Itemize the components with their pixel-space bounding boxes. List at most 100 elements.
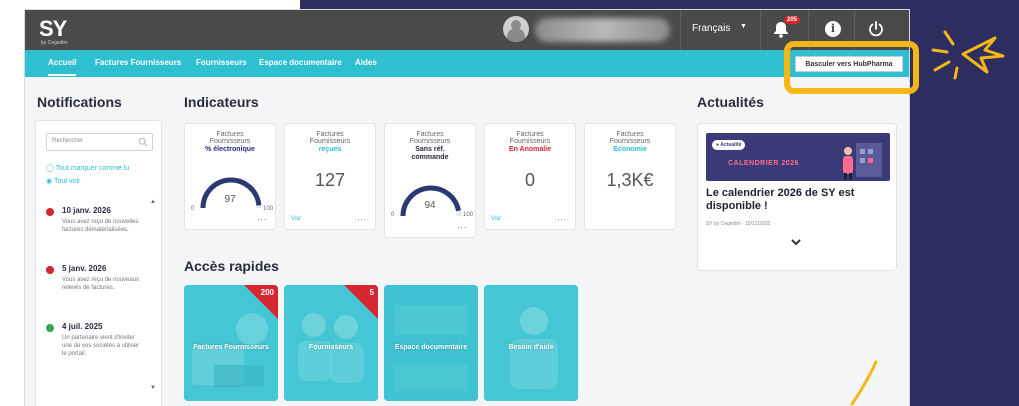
more-options-icon[interactable]: ... <box>457 221 467 230</box>
news-card[interactable]: ● Actualité CALENDRIER 2026 Le calendrie… <box>697 123 897 271</box>
user-avatar[interactable] <box>503 16 529 42</box>
indicator-card-anomaly[interactable]: Factures Fournisseurs En Anomalie 0 Voir… <box>484 123 576 230</box>
gauge-chart <box>400 185 462 217</box>
top-header: SY by Cegedim Français ▼ 205 i <box>25 10 909 50</box>
status-dot <box>46 324 54 332</box>
more-options-icon[interactable]: ... <box>357 213 367 222</box>
nav-item-fournisseurs[interactable]: Fournisseurs <box>196 58 247 67</box>
indicators-title: Indicateurs <box>184 94 259 110</box>
news-headline[interactable]: Le calendrier 2026 de SY est disponible … <box>706 187 890 213</box>
notification-text: Vous avez reçu de nouveaux relevés de fa… <box>62 277 140 291</box>
more-options-icon[interactable]: ... <box>257 213 267 222</box>
language-selector[interactable]: Français <box>692 23 730 34</box>
app-window: SY by Cegedim Français ▼ 205 i Accueil F… <box>25 10 909 406</box>
indicator-card-received[interactable]: Factures Fournisseurs reçues 127 Voir ..… <box>284 123 376 230</box>
news-banner: ● Actualité CALENDRIER 2026 <box>706 133 890 181</box>
status-dot <box>46 208 54 216</box>
see-all-label: Tout voir <box>53 178 81 185</box>
indicator-metric: % électronique <box>205 146 255 153</box>
chevron-down-icon[interactable] <box>788 236 804 248</box>
more-options-icon[interactable]: ... <box>557 213 567 222</box>
see-link[interactable]: Voir <box>291 216 301 222</box>
gauge-min: 0 <box>391 212 395 218</box>
tile-label: Besoin d'aide <box>508 344 554 351</box>
mark-all-read-label: Tout marquer comme lu <box>55 165 130 172</box>
notifications-panel: Rechercher ◯ Tout marquer comme lu ◉ Tou… <box>35 120 162 406</box>
cursor-click-icon <box>931 30 1005 80</box>
tile-espace-documentaire[interactable]: Espace documentaire <box>384 285 478 401</box>
search-icon[interactable] <box>138 137 148 147</box>
notification-text: Un partenaire vient d'inviter une de vos… <box>62 335 140 357</box>
check-circle-icon: ◯ <box>46 165 56 172</box>
gauge-min: 0 <box>191 206 195 212</box>
tile-label: Fournisseurs <box>308 344 354 351</box>
indicator-value: 0 <box>524 170 535 190</box>
status-dot <box>46 266 54 274</box>
logo-subtitle: by Cegedim <box>41 40 68 46</box>
tile-photo <box>384 285 478 401</box>
news-title: Actualités <box>697 94 764 110</box>
indicator-value: 1,3K€ <box>606 170 654 190</box>
gauge-max: 100 <box>263 206 274 212</box>
tile-photo <box>484 285 578 401</box>
indicator-metric: reçues <box>318 146 342 153</box>
indicator-value: 127 <box>314 170 346 190</box>
notification-count-badge: 205 <box>784 16 801 24</box>
sy-logo[interactable]: SY <box>39 16 67 42</box>
mark-all-read-link[interactable]: ◯ Tout marquer comme lu <box>46 164 129 172</box>
news-category-label: Actualité <box>720 142 742 148</box>
header-divider <box>680 10 681 50</box>
indicator-label: Fournisseurs <box>509 138 551 145</box>
notifications-title: Notifications <box>37 94 122 110</box>
tile-count-badge: 200 <box>260 288 274 297</box>
info-icon[interactable]: i <box>825 21 841 37</box>
nav-item-espace-documentaire[interactable]: Espace documentaire <box>259 58 342 67</box>
tile-factures-fournisseurs[interactable]: 200 Factures Fournisseurs <box>184 285 278 401</box>
nav-item-accueil[interactable]: Accueil <box>48 58 77 76</box>
notifications-search-input[interactable]: Rechercher <box>46 133 153 151</box>
news-banner-text: CALENDRIER 2026 <box>728 160 799 167</box>
notification-date: 5 janv. 2026 <box>62 264 107 273</box>
tile-fournisseurs[interactable]: 5 Fournisseurs <box>284 285 378 401</box>
tile-count-badge: 5 <box>369 288 374 297</box>
decorative-stroke <box>850 360 878 406</box>
user-name-blurred[interactable] <box>535 18 670 42</box>
scroll-up-arrow[interactable]: ▲ <box>150 199 156 205</box>
quick-access-title: Accès rapides <box>184 258 279 274</box>
see-link[interactable]: Voir <box>491 216 501 222</box>
gauge-value: 94 <box>424 200 436 211</box>
gauge-value: 97 <box>224 194 236 205</box>
tile-besoin-aide[interactable]: Besoin d'aide <box>484 285 578 401</box>
gauge-max: 100 <box>463 212 474 218</box>
header-divider <box>760 10 761 50</box>
indicator-metric: Economie <box>613 146 647 153</box>
calendar-illustration <box>843 143 882 180</box>
notification-date: 4 juil. 2025 <box>62 322 103 331</box>
indicator-metric: commande <box>411 154 449 161</box>
notification-text: Vous avez reçu de nouvelles factures dém… <box>62 219 139 233</box>
tile-label: Factures Fournisseurs <box>193 344 269 351</box>
indicator-card-no-order-ref[interactable]: Factures Fournisseurs Sans réf. commande… <box>384 123 476 238</box>
indicator-metric: En Anomalie <box>508 146 552 153</box>
chevron-down-icon[interactable]: ▼ <box>740 23 747 30</box>
indicator-label: Fournisseurs <box>209 138 251 145</box>
indicator-label: Fournisseurs <box>309 138 351 145</box>
indicator-card-electronic[interactable]: Factures Fournisseurs % électronique 97 … <box>184 123 276 230</box>
news-category-pill: ● Actualité <box>712 140 746 150</box>
indicator-metric: Sans réf. <box>415 146 445 153</box>
highlight-frame <box>784 41 919 94</box>
main-nav: Accueil Factures Fournisseurs Fournisseu… <box>25 50 909 77</box>
nav-item-aides[interactable]: Aides <box>355 58 377 67</box>
eye-icon: ◉ <box>46 178 54 185</box>
nav-item-factures-fournisseurs[interactable]: Factures Fournisseurs <box>95 58 181 67</box>
notification-date: 10 janv. 2026 <box>62 206 111 215</box>
indicator-card-savings[interactable]: Factures Fournisseurs Economie 1,3K€ <box>584 123 676 230</box>
see-all-link[interactable]: ◉ Tout voir <box>46 177 80 185</box>
news-meta: SY by Cegedim · 15/12/2025 <box>706 221 771 227</box>
indicator-label: Fournisseurs <box>409 138 451 145</box>
tile-label: Espace documentaire <box>394 344 468 351</box>
scroll-down-arrow[interactable]: ▼ <box>150 385 156 391</box>
power-icon[interactable] <box>867 20 885 38</box>
indicator-label: Fournisseurs <box>609 138 651 145</box>
search-placeholder: Rechercher <box>52 138 84 144</box>
